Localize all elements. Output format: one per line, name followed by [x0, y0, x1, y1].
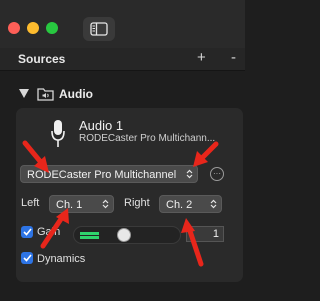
annotation-arrows: [22, 140, 219, 267]
annotation-arrow-icon: [22, 140, 49, 173]
annotation-arrow-icon: [193, 141, 219, 167]
annotation-arrow-icon: [40, 208, 69, 249]
annotation-arrow-icon: [181, 218, 204, 267]
